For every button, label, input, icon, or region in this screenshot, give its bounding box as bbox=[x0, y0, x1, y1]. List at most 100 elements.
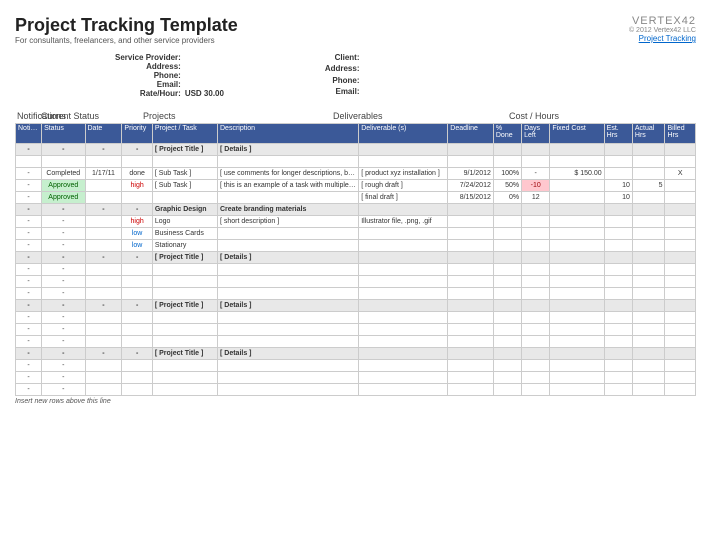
cell[interactable]: - bbox=[16, 276, 42, 288]
cell[interactable] bbox=[493, 300, 521, 312]
cell[interactable]: [ Details ] bbox=[218, 252, 359, 264]
cell[interactable] bbox=[632, 384, 665, 396]
cell[interactable] bbox=[359, 156, 448, 168]
cell[interactable] bbox=[604, 264, 632, 276]
cell[interactable] bbox=[665, 156, 696, 168]
table-row[interactable]: --lowStationary bbox=[16, 240, 696, 252]
cell[interactable] bbox=[665, 384, 696, 396]
cell[interactable]: 100% bbox=[493, 168, 521, 180]
cell[interactable] bbox=[550, 252, 604, 264]
cell[interactable] bbox=[122, 372, 152, 384]
table-row[interactable]: -- bbox=[16, 276, 696, 288]
cell[interactable] bbox=[122, 276, 152, 288]
client-input[interactable] bbox=[364, 53, 424, 64]
cell[interactable] bbox=[85, 240, 122, 252]
cell[interactable]: - bbox=[16, 204, 42, 216]
cell[interactable]: - bbox=[42, 216, 85, 228]
cell[interactable] bbox=[522, 288, 550, 300]
project-tracking-link[interactable]: Project Tracking bbox=[639, 34, 696, 43]
cell[interactable] bbox=[85, 360, 122, 372]
table-row[interactable]: ----[ Project Title ][ Details ] bbox=[16, 300, 696, 312]
cell[interactable] bbox=[85, 312, 122, 324]
cell[interactable]: - bbox=[122, 144, 152, 156]
cell[interactable]: - bbox=[42, 360, 85, 372]
cell[interactable] bbox=[632, 372, 665, 384]
cell[interactable]: - bbox=[122, 204, 152, 216]
cell[interactable] bbox=[632, 240, 665, 252]
cell[interactable] bbox=[122, 288, 152, 300]
cell[interactable]: - bbox=[122, 252, 152, 264]
cell[interactable] bbox=[665, 204, 696, 216]
table-row[interactable]: ----[ Project Title ][ Details ] bbox=[16, 252, 696, 264]
cell[interactable]: 10 bbox=[604, 192, 632, 204]
cell[interactable]: - bbox=[42, 300, 85, 312]
cell[interactable] bbox=[448, 372, 494, 384]
cell[interactable] bbox=[550, 216, 604, 228]
rate-value[interactable]: USD 30.00 bbox=[185, 89, 245, 98]
cell[interactable]: done bbox=[122, 168, 152, 180]
cell[interactable] bbox=[522, 372, 550, 384]
cell[interactable] bbox=[152, 264, 217, 276]
cell[interactable]: - bbox=[42, 324, 85, 336]
cell[interactable] bbox=[604, 372, 632, 384]
cell[interactable] bbox=[448, 240, 494, 252]
cell[interactable] bbox=[604, 312, 632, 324]
cell[interactable] bbox=[448, 384, 494, 396]
cell[interactable]: Illustrator file, .png, .gif bbox=[359, 216, 448, 228]
cell[interactable] bbox=[550, 156, 604, 168]
cell[interactable] bbox=[448, 276, 494, 288]
cell[interactable]: 5 bbox=[632, 180, 665, 192]
cell[interactable]: 9/1/2012 bbox=[448, 168, 494, 180]
cell[interactable] bbox=[359, 252, 448, 264]
cell[interactable] bbox=[152, 312, 217, 324]
cell[interactable] bbox=[522, 204, 550, 216]
cell[interactable] bbox=[218, 384, 359, 396]
cell[interactable] bbox=[448, 264, 494, 276]
table-row[interactable]: ----[ Project Title ][ Details ] bbox=[16, 144, 696, 156]
cell[interactable]: - bbox=[16, 264, 42, 276]
cell[interactable] bbox=[550, 348, 604, 360]
cell[interactable]: [ Details ] bbox=[218, 144, 359, 156]
cell[interactable] bbox=[493, 384, 521, 396]
table-row[interactable]: --lowBusiness Cards bbox=[16, 228, 696, 240]
cell[interactable] bbox=[152, 192, 217, 204]
cell[interactable] bbox=[665, 300, 696, 312]
cell[interactable] bbox=[522, 384, 550, 396]
cell[interactable]: - bbox=[16, 360, 42, 372]
cell[interactable] bbox=[522, 312, 550, 324]
cell[interactable]: - bbox=[16, 384, 42, 396]
cell[interactable]: Logo bbox=[152, 216, 217, 228]
cell[interactable]: - bbox=[16, 288, 42, 300]
cell[interactable] bbox=[448, 300, 494, 312]
cell[interactable] bbox=[550, 192, 604, 204]
cell[interactable] bbox=[604, 360, 632, 372]
cell[interactable]: - bbox=[16, 168, 42, 180]
client-email-input[interactable] bbox=[364, 87, 424, 98]
cell[interactable] bbox=[152, 324, 217, 336]
table-row[interactable]: -Approved[ final draft ]8/15/20120%1210 bbox=[16, 192, 696, 204]
cell[interactable]: high bbox=[122, 180, 152, 192]
table-row[interactable]: -Completed1/17/11done[ Sub Task ][ use c… bbox=[16, 168, 696, 180]
cell[interactable]: low bbox=[122, 240, 152, 252]
cell[interactable] bbox=[493, 264, 521, 276]
cell[interactable] bbox=[493, 204, 521, 216]
cell[interactable] bbox=[218, 276, 359, 288]
cell[interactable] bbox=[604, 252, 632, 264]
cell[interactable]: - bbox=[85, 348, 122, 360]
cell[interactable] bbox=[632, 144, 665, 156]
cell[interactable]: - bbox=[16, 300, 42, 312]
cell[interactable] bbox=[218, 264, 359, 276]
cell[interactable] bbox=[632, 228, 665, 240]
cell[interactable]: -10 bbox=[522, 180, 550, 192]
cell[interactable]: 10 bbox=[604, 180, 632, 192]
cell[interactable] bbox=[122, 156, 152, 168]
cell[interactable] bbox=[522, 264, 550, 276]
cell[interactable] bbox=[359, 288, 448, 300]
cell[interactable] bbox=[359, 276, 448, 288]
cell[interactable]: [ product xyz installation ] bbox=[359, 168, 448, 180]
cell[interactable]: - bbox=[42, 312, 85, 324]
cell[interactable] bbox=[122, 192, 152, 204]
cell[interactable] bbox=[522, 228, 550, 240]
cell[interactable] bbox=[42, 156, 85, 168]
cell[interactable]: Approved bbox=[42, 192, 85, 204]
